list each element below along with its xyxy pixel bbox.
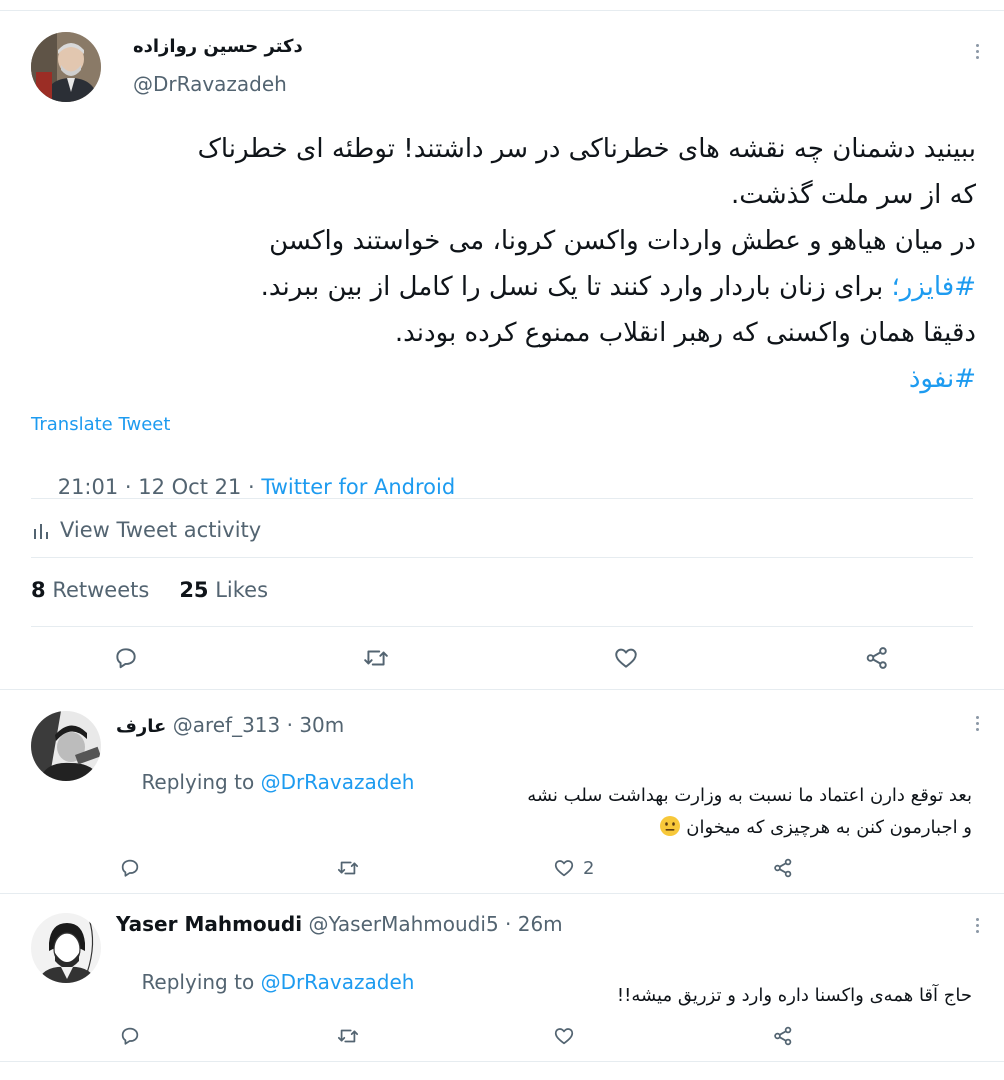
reply-header: Yaser Mahmoudi @YaserMahmoudi5 · 26m [116,912,563,936]
retweet-icon [364,650,388,666]
hashtag-nofooz[interactable]: #نفوذ [909,364,976,394]
reply-line: حاج آقا همه‌ی واکسنا داره وارد و تزریق م… [616,985,972,1006]
like-count: 2 [583,857,595,879]
tweet-line: دقیقا همان واکسنی که رهبر انقلاب ممنوع ک… [394,318,976,348]
hashtag-pfizer[interactable]: #فایزر؛ [891,272,976,302]
tweet-line: ببینید دشمنان چه نقشه های خطرناکی در سر … [197,134,976,164]
reply-icon [121,1027,139,1045]
retweets-count: 8 [31,578,46,602]
retweet-icon [337,861,359,875]
retweet-icon [337,1029,359,1043]
likes-label: Likes [215,578,269,602]
reply-text: حاج آقا همه‌ی واکسنا داره وارد و تزریق م… [116,980,972,1012]
heart-icon [615,648,637,668]
more-icon[interactable] [974,44,980,59]
retweet-button[interactable] [336,1025,360,1047]
retweet-button[interactable] [336,857,360,879]
likes-stat[interactable]: 25 Likes [179,578,268,602]
more-icon[interactable] [974,716,980,731]
like-button[interactable]: 2 [553,857,594,879]
tweet-line: در میان هیاهو و عطش واردات واکسن کرونا، … [269,226,976,256]
author-avatar[interactable] [31,32,101,102]
timestamp[interactable]: 21:01 · 12 Oct 21 · [58,475,262,499]
reply-author-name[interactable]: عارف [116,716,166,737]
share-icon [774,858,792,878]
bar-chart-icon [34,524,48,539]
author-name[interactable]: دکتر حسین روازاده [133,36,313,57]
neutral-face-emoji [659,815,681,837]
likes-count: 25 [179,578,209,602]
heart-icon [554,860,574,877]
source-link[interactable]: Twitter for Android [261,475,455,499]
bottom-divider [0,1061,1004,1062]
reply-author-name[interactable]: Yaser Mahmoudi [116,912,302,936]
reply-line-text: و اجبارمون کنن به هرچیزی که میخوان [686,817,972,838]
tweet-line-text: برای زنان باردار وارد کنند تا یک نسل را … [260,272,884,302]
activity-divider [31,557,973,558]
tweet-line: که از سر ملت گذشت. [731,180,976,210]
tweet-line: #نفوذ [30,356,976,402]
reply-handle-time[interactable]: @YaserMahmoudi5 · 26m [308,912,562,936]
translate-tweet-link[interactable]: Translate Tweet [31,414,170,435]
top-divider [0,10,1004,11]
reply-line: و اجبارمون کنن به هرچیزی که میخوان [116,812,972,844]
like-button[interactable] [553,1025,575,1047]
reply-button[interactable] [119,857,141,879]
engagement-stats: 8 Retweets 25 Likes [31,578,268,602]
stats-divider [31,626,973,627]
heart-icon [554,1028,574,1045]
tweet-line: #فایزر؛ برای زنان باردار وارد کنند تا یک… [30,264,976,310]
share-button[interactable] [772,1025,794,1047]
like-button[interactable] [613,645,639,671]
retweet-button[interactable] [362,645,390,671]
more-icon[interactable] [974,918,980,933]
main-bottom-divider [0,689,1004,690]
share-button[interactable] [864,645,890,671]
reply-header: عارف @aref_313 · 30m [116,713,344,737]
tweet-meta: 21:01 · 12 Oct 21 · Twitter for Android [31,451,456,523]
reply-button[interactable] [113,645,139,671]
reply-handle-time[interactable]: @aref_313 · 30m [173,713,345,737]
reply-button[interactable] [119,1025,141,1047]
author-handle[interactable]: @DrRavazadeh [133,72,287,96]
retweets-label: Retweets [52,578,150,602]
share-button[interactable] [772,857,794,879]
reply-icon [116,648,136,669]
reply-text: بعد توقع دارن اعتماد ما نسبت به وزارت به… [116,780,972,844]
tweet-text: ببینید دشمنان چه نقشه های خطرناکی در سر … [30,126,976,402]
share-icon [866,647,887,669]
retweets-stat[interactable]: 8 Retweets [31,578,149,602]
view-activity-label: View Tweet activity [60,518,262,542]
meta-divider [31,498,973,499]
view-activity-row[interactable]: View Tweet activity [32,515,261,545]
reply-icon [121,859,139,877]
reply-avatar[interactable] [31,913,101,983]
reply-line: بعد توقع دارن اعتماد ما نسبت به وزارت به… [527,785,972,806]
reply-avatar[interactable] [31,711,101,781]
share-icon [774,1026,792,1046]
reply-divider [0,893,1004,894]
